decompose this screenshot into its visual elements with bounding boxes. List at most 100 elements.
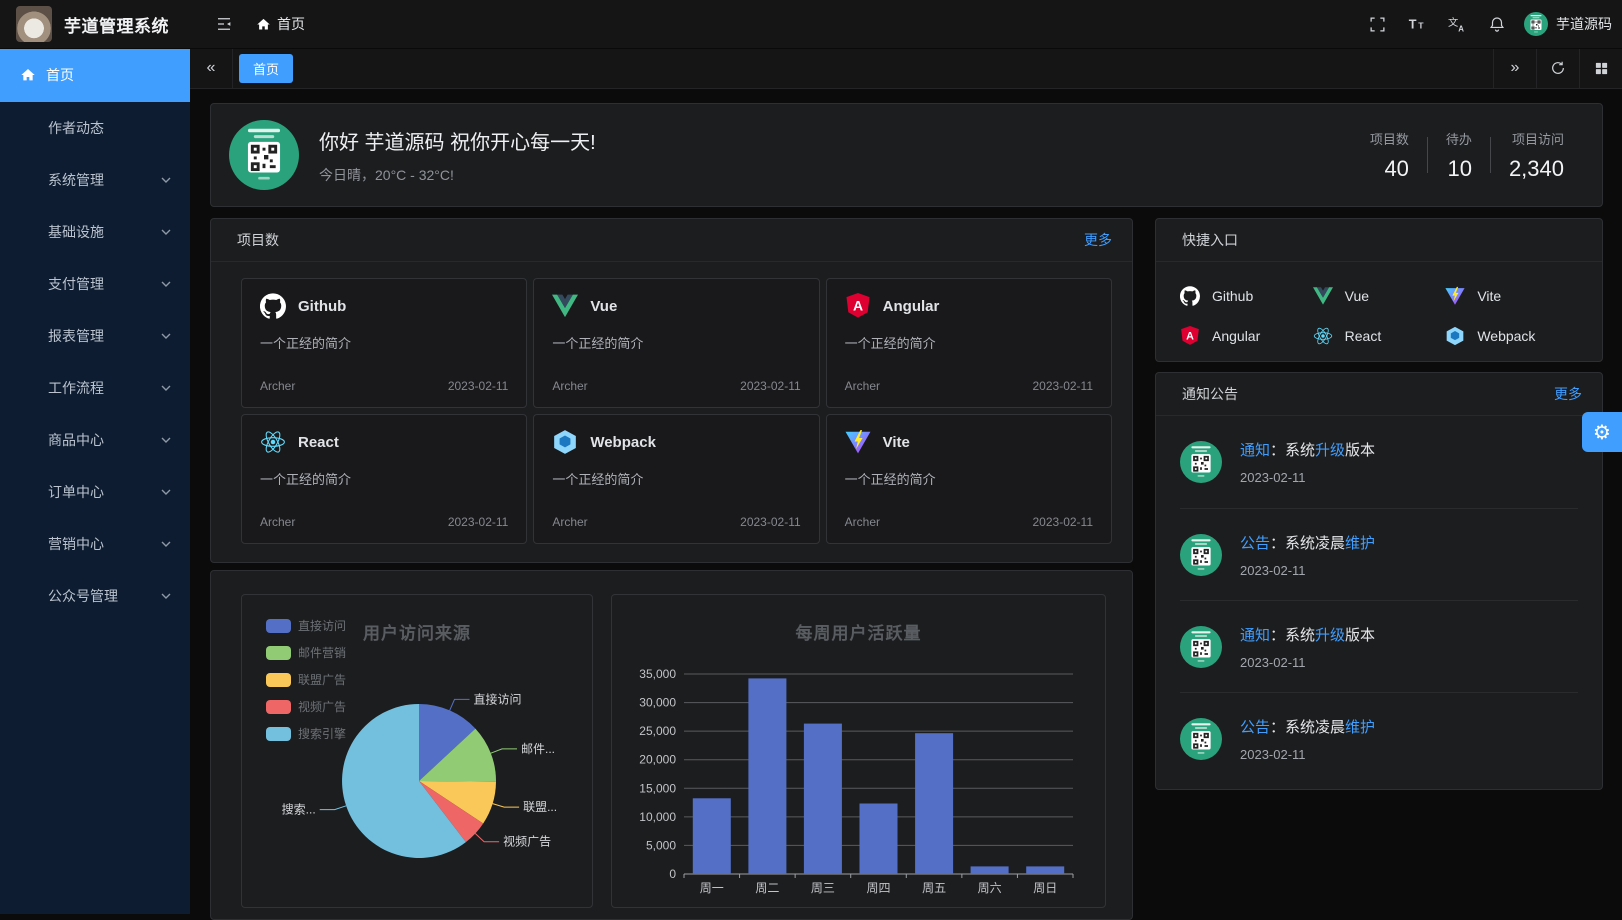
shortcut-label: Github bbox=[1212, 288, 1253, 304]
project-card[interactable]: Vite 一个正经的简介 Archer2023-02-11 bbox=[826, 414, 1112, 544]
notification-bell-icon[interactable] bbox=[1484, 11, 1510, 37]
shortcut-item[interactable]: Vue bbox=[1313, 276, 1446, 316]
project-date: 2023-02-11 bbox=[740, 379, 801, 393]
project-desc: 一个正经的简介 bbox=[552, 333, 800, 352]
vue-icon bbox=[552, 293, 578, 319]
svg-text:A: A bbox=[1458, 24, 1464, 33]
webpack-icon bbox=[552, 429, 578, 455]
legend-label: 联盟广告 bbox=[298, 671, 346, 688]
pie-chart-panel: 用户访问来源 直接访问邮件营销联盟广告视频广告搜索引擎 直接访问邮件...联盟.… bbox=[241, 594, 593, 908]
tabs-scroll-right-button[interactable]: » bbox=[1493, 48, 1536, 88]
sidebar-item-9[interactable]: 营销中心 bbox=[0, 518, 190, 570]
qr-avatar bbox=[1180, 718, 1222, 760]
notice-title: 通知：系统升级版本 bbox=[1240, 624, 1375, 645]
shortcut-item[interactable]: Webpack bbox=[1445, 316, 1578, 356]
project-author: Archer bbox=[552, 379, 587, 393]
fullscreen-icon[interactable] bbox=[1364, 11, 1390, 37]
sidebar-item-7[interactable]: 商品中心 bbox=[0, 414, 190, 466]
project-card[interactable]: Webpack 一个正经的简介 Archer2023-02-11 bbox=[533, 414, 819, 544]
sidebar-item-label: 支付管理 bbox=[48, 274, 104, 294]
language-icon[interactable]: 文A bbox=[1444, 11, 1470, 37]
sidebar-item-5[interactable]: 报表管理 bbox=[0, 310, 190, 362]
sidebar-item-1[interactable]: 作者动态 bbox=[0, 102, 190, 154]
notice-title-segment: 维护 bbox=[1345, 719, 1375, 736]
chevron-down-icon bbox=[160, 538, 172, 550]
charts-card: 用户访问来源 直接访问邮件营销联盟广告视频广告搜索引擎 直接访问邮件...联盟.… bbox=[210, 570, 1133, 920]
notice-title-segment: 版本 bbox=[1345, 627, 1375, 644]
sidebar-item-label: 订单中心 bbox=[48, 482, 104, 502]
project-card[interactable]: React 一个正经的简介 Archer2023-02-11 bbox=[241, 414, 527, 544]
stat-value: 2,340 bbox=[1509, 156, 1564, 182]
stats-row: 项目数40待办10项目访问2,340 bbox=[1352, 129, 1582, 182]
notice-title-segment: 公告 bbox=[1240, 535, 1270, 552]
chevron-down-icon bbox=[160, 226, 172, 238]
projects-more-link[interactable]: 更多 bbox=[1084, 230, 1112, 250]
shortcut-item[interactable]: Github bbox=[1180, 276, 1313, 316]
notice-item[interactable]: 通知：系统升级版本 2023-02-11 bbox=[1180, 600, 1578, 692]
sidebar-item-4[interactable]: 支付管理 bbox=[0, 258, 190, 310]
project-card[interactable]: AAngular 一个正经的简介 Archer2023-02-11 bbox=[826, 278, 1112, 408]
sidebar-item-2[interactable]: 系统管理 bbox=[0, 154, 190, 206]
tab-home[interactable]: 首页 bbox=[239, 54, 293, 83]
shortcut-item[interactable]: Vite bbox=[1445, 276, 1578, 316]
notice-title-segment: 维护 bbox=[1345, 535, 1375, 552]
legend-item[interactable]: 联盟广告 bbox=[266, 671, 346, 688]
sidebar-item-0[interactable]: 首页 bbox=[0, 48, 190, 102]
legend-label: 直接访问 bbox=[298, 617, 346, 634]
settings-gear-button[interactable]: ⚙ bbox=[1582, 412, 1622, 452]
notices-card: 通知公告 更多 通知：系统升级版本 2023-02-11 公告：系统凌晨维护 2… bbox=[1155, 372, 1603, 790]
project-card[interactable]: Github 一个正经的简介 Archer2023-02-11 bbox=[241, 278, 527, 408]
stat-value: 40 bbox=[1370, 156, 1409, 182]
svg-text:A: A bbox=[1186, 330, 1194, 342]
project-name: React bbox=[298, 434, 339, 451]
breadcrumb[interactable]: 首页 bbox=[255, 14, 305, 34]
sidebar-item-10[interactable]: 公众号管理 bbox=[0, 570, 190, 622]
pie-label: 视频广告 bbox=[503, 834, 551, 849]
svg-text:0: 0 bbox=[669, 867, 676, 881]
menu-collapse-icon[interactable] bbox=[211, 11, 237, 37]
svg-text:周六: 周六 bbox=[978, 881, 1002, 895]
stat-2: 项目访问2,340 bbox=[1491, 129, 1582, 182]
chevron-down-icon bbox=[160, 382, 172, 394]
font-size-icon[interactable]: TT bbox=[1404, 11, 1430, 37]
username-label: 芋道源码 bbox=[1556, 14, 1612, 34]
tabs-scroll-left-button[interactable]: « bbox=[190, 48, 233, 88]
shortcut-item[interactable]: AAngular bbox=[1180, 316, 1313, 356]
notice-item[interactable]: 公告：系统凌晨维护 2023-02-11 bbox=[1180, 508, 1578, 600]
legend-label: 邮件营销 bbox=[298, 644, 346, 661]
shortcut-item[interactable]: React bbox=[1313, 316, 1446, 356]
top-navbar: 芋道管理系统 首页 TT 文A 芋道源码 bbox=[0, 0, 1622, 49]
notice-title-segment: ：系统 bbox=[1270, 442, 1315, 459]
legend-item[interactable]: 搜索引擎 bbox=[266, 725, 346, 742]
stat-label: 项目数 bbox=[1370, 129, 1409, 148]
project-card[interactable]: Vue 一个正经的简介 Archer2023-02-11 bbox=[533, 278, 819, 408]
svg-text:周三: 周三 bbox=[811, 881, 835, 895]
legend-item[interactable]: 邮件营销 bbox=[266, 644, 346, 661]
refresh-icon[interactable] bbox=[1536, 48, 1579, 88]
legend-swatch bbox=[266, 673, 291, 687]
sidebar-item-3[interactable]: 基础设施 bbox=[0, 206, 190, 258]
sidebar-item-label: 首页 bbox=[46, 65, 74, 85]
sidebar-item-label: 商品中心 bbox=[48, 430, 104, 450]
svg-text:A: A bbox=[853, 298, 863, 314]
project-desc: 一个正经的简介 bbox=[260, 469, 508, 488]
notices-more-link[interactable]: 更多 bbox=[1554, 384, 1582, 404]
legend-swatch bbox=[266, 727, 291, 741]
notice-title-segment: 通知 bbox=[1240, 442, 1270, 459]
tabbar: « 首页 » bbox=[190, 48, 1622, 89]
notice-item[interactable]: 公告：系统凌晨维护 2023-02-11 bbox=[1180, 692, 1578, 784]
layout-grid-icon[interactable] bbox=[1579, 48, 1622, 88]
sidebar-item-8[interactable]: 订单中心 bbox=[0, 466, 190, 518]
legend-item[interactable]: 视频广告 bbox=[266, 698, 346, 715]
sidebar-item-label: 公众号管理 bbox=[48, 586, 118, 606]
stat-0: 项目数 40 bbox=[1352, 129, 1427, 182]
projects-card: 项目数 更多 Github 一个正经的简介 Archer2023-02-11Vu… bbox=[210, 218, 1133, 563]
user-menu[interactable]: 芋道源码 bbox=[1524, 12, 1612, 36]
notice-item[interactable]: 通知：系统升级版本 2023-02-11 bbox=[1180, 416, 1578, 508]
svg-text:周四: 周四 bbox=[866, 881, 890, 895]
chevron-down-icon bbox=[160, 434, 172, 446]
pie-label: 直接访问 bbox=[474, 691, 522, 706]
sidebar-item-6[interactable]: 工作流程 bbox=[0, 362, 190, 414]
project-date: 2023-02-11 bbox=[448, 515, 509, 529]
legend-item[interactable]: 直接访问 bbox=[266, 617, 346, 634]
